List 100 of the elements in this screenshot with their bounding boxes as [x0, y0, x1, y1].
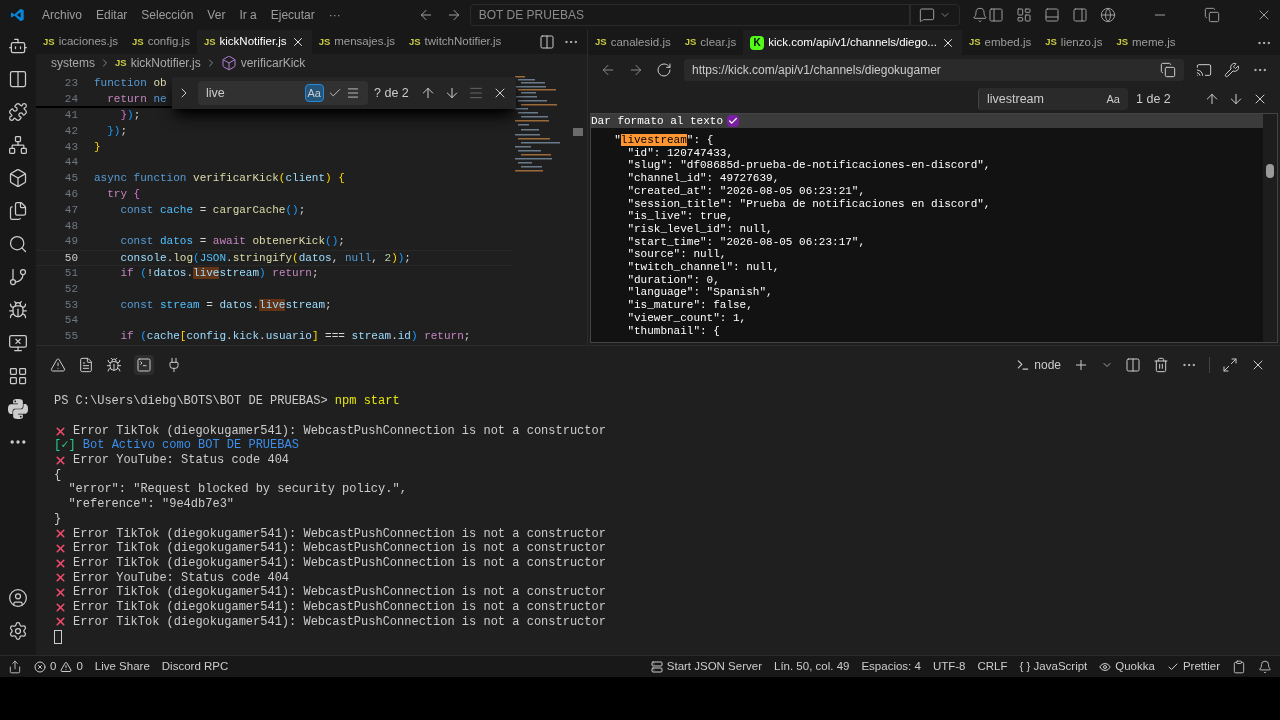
globe-icon[interactable] — [1100, 7, 1116, 23]
settings-icon[interactable] — [8, 621, 28, 641]
tab-label: kick.com/api/v1/channels/diego... — [768, 34, 937, 50]
breadcrumb[interactable]: verificarKick — [240, 54, 306, 72]
json-line: "duration": 0, — [626, 273, 721, 287]
editor-tab[interactable]: K kick.com/api/v1/channels/diego... — [743, 30, 962, 55]
match-case-toggle[interactable]: Aa — [1106, 90, 1120, 108]
notifications-icon[interactable] — [1258, 659, 1272, 674]
breadcrumb[interactable]: kickNotifier.js — [130, 54, 201, 72]
remote-icon[interactable] — [8, 659, 22, 674]
split-editor-icon[interactable] — [539, 33, 555, 50]
toggle-panel-icon[interactable] — [1044, 7, 1060, 23]
menu-item[interactable]: Archivo — [34, 6, 89, 24]
terminal-tab[interactable] — [134, 355, 154, 375]
find-input[interactable]: live Aa — [198, 81, 368, 105]
checkbox[interactable] — [727, 115, 740, 127]
book-icon[interactable] — [8, 69, 28, 89]
ports-icon[interactable] — [166, 357, 182, 373]
notes-icon[interactable] — [1232, 659, 1246, 674]
previous-match-icon[interactable] — [1204, 91, 1220, 107]
trash-icon[interactable] — [1153, 357, 1169, 373]
previous-match-icon[interactable] — [420, 85, 436, 101]
json-line: "language": "Spanish", — [626, 286, 774, 300]
restore-icon[interactable] — [1204, 7, 1220, 23]
problems-status[interactable]: 0 0 — [34, 657, 83, 676]
status-item[interactable]: Prettier — [1166, 657, 1220, 676]
line-number: 42 — [63, 123, 79, 139]
menu-item[interactable]: Ejecutar — [263, 6, 322, 24]
next-match-icon[interactable] — [1228, 91, 1244, 107]
remote-icon[interactable] — [8, 333, 28, 353]
python-icon[interactable] — [8, 399, 28, 419]
match-case-toggle[interactable]: Aa — [304, 83, 324, 103]
minimap-drawing[interactable] — [513, 74, 561, 175]
source-control-icon[interactable] — [8, 267, 28, 287]
error-icon — [54, 424, 67, 438]
run-debug-icon[interactable] — [8, 300, 28, 320]
search-icon[interactable] — [8, 234, 28, 254]
status-item[interactable]: Start JSON Server — [650, 657, 762, 676]
status-item[interactable]: Espacios: 4 — [861, 657, 921, 676]
code-line: console.log(JSON.stringify(datos, null, 2)); — [119, 251, 411, 265]
bot-icon[interactable] — [8, 36, 28, 56]
maximize-icon[interactable] — [1222, 357, 1238, 373]
explorer-icon[interactable] — [8, 201, 28, 221]
menu-item[interactable]: Selección — [134, 6, 201, 24]
extensions-icon[interactable] — [8, 366, 28, 386]
line-number: 47 — [63, 202, 79, 218]
layout-icon[interactable] — [1016, 7, 1032, 23]
code-line: } — [94, 139, 101, 155]
error-icon — [54, 453, 67, 467]
line-number: 44 — [63, 155, 79, 171]
code-line: return ne — [106, 92, 167, 107]
status-item[interactable]: Quokka — [1099, 657, 1155, 676]
line-number: 55 — [63, 329, 79, 345]
debug-console-icon[interactable] — [106, 357, 122, 373]
devtools-icon[interactable] — [1224, 62, 1240, 78]
json-line: "source": null, — [626, 248, 728, 262]
terminal-selector[interactable]: node — [1016, 356, 1061, 374]
breadcrumb[interactable]: systems — [51, 54, 95, 72]
status-item[interactable]: { } JavaScript — [1019, 657, 1088, 676]
line-number: 51 — [63, 266, 79, 281]
status-item[interactable]: Live Share — [94, 657, 150, 676]
json-line: "viewer_count": 1, — [626, 311, 748, 325]
status-item[interactable]: UTF-8 — [932, 657, 966, 676]
check-mark: [✓] — [54, 438, 76, 454]
toggle-sidebar-icon[interactable] — [988, 7, 1004, 23]
forward-icon[interactable] — [628, 62, 644, 78]
scrollbar-thumb[interactable] — [573, 128, 583, 137]
status-item[interactable]: CRLF — [977, 657, 1008, 676]
cube-icon — [220, 55, 237, 71]
status-item[interactable]: Lín. 50, col. 49 — [774, 657, 850, 676]
back-icon[interactable] — [600, 62, 616, 78]
status-item[interactable]: Discord RPC — [161, 657, 229, 676]
menu-item[interactable]: Ver — [200, 6, 233, 24]
menu-item[interactable]: ··· — [321, 6, 348, 24]
line-number: 52 — [63, 281, 79, 297]
split-terminal-icon[interactable] — [1125, 357, 1141, 373]
url-field[interactable]: https://kick.com/api/v1/channels/diegokugamer — [684, 59, 1184, 81]
cast-icon[interactable] — [1196, 62, 1212, 78]
puzzle-icon[interactable] — [8, 102, 28, 122]
command-center[interactable]: BOT DE PRUEBAS — [469, 4, 910, 26]
menu-item[interactable]: Editar — [88, 6, 135, 24]
find-input[interactable]: livestream Aa — [978, 88, 1128, 110]
reload-icon[interactable] — [656, 62, 672, 78]
box-icon[interactable] — [8, 168, 28, 188]
problems-icon[interactable] — [50, 357, 66, 373]
terminal-line: Error TikTok (diegokugamer541): WebcastPushConnection is not a constructor — [73, 541, 606, 556]
terminal-line: } — [54, 511, 62, 527]
json-line: "start_time": "2026-08-05 06:23:17", — [626, 235, 867, 249]
tree-icon[interactable] — [8, 135, 28, 155]
chat-icon[interactable] — [919, 7, 935, 23]
menu-item[interactable]: Ir a — [232, 6, 264, 24]
toggle-secondary-sidebar-icon[interactable] — [1072, 7, 1088, 23]
match-count: ? de 2 — [374, 84, 409, 102]
output-icon[interactable] — [78, 357, 94, 373]
copy-icon[interactable] — [1160, 62, 1176, 78]
new-terminal-icon[interactable] — [1073, 357, 1089, 373]
next-match-icon[interactable] — [444, 85, 460, 101]
terminal-line: Error YouTube: Status code 404 — [73, 570, 290, 586]
editor-tab[interactable]: JS kickNotifier.js — [196, 30, 312, 54]
scrollbar-thumb[interactable] — [1266, 164, 1274, 178]
